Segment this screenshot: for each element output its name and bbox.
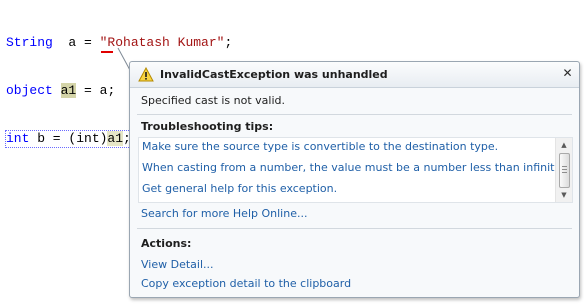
grip-line — [562, 172, 567, 173]
popup-title: InvalidCastException was unhandled — [160, 68, 388, 81]
code-text: = a; — [76, 83, 116, 98]
keyword-object: object — [6, 83, 53, 98]
code-text: ; — [224, 35, 233, 50]
troubleshooting-title: Troubleshooting tips: — [141, 120, 274, 133]
warning-triangle-icon — [138, 67, 154, 82]
error-squiggle — [101, 47, 113, 53]
identifier-a1-error: a1 — [107, 131, 124, 146]
keyword-int: int — [6, 131, 30, 146]
tip-link-3[interactable]: Get general help for this exception. — [142, 182, 337, 195]
search-help-online-link[interactable]: Search for more Help Online... — [141, 207, 307, 220]
tip-link-2[interactable]: When casting from a number, the value mu… — [142, 161, 563, 174]
copy-exception-detail-link[interactable]: Copy exception detail to the clipboard — [141, 277, 351, 290]
scroll-up-arrow-icon[interactable]: ▲ — [556, 138, 572, 152]
troubleshooting-tips-list: Make sure the source type is convertible… — [138, 137, 573, 203]
string-literal: "Rohatash Kumar" — [99, 35, 225, 50]
actions-title: Actions: — [141, 237, 192, 250]
popup-header: InvalidCastException was unhandled ✕ — [130, 62, 579, 88]
exception-message: Specified cast is not valid. — [141, 94, 285, 107]
divider — [137, 228, 572, 229]
scrollbar-thumb[interactable] — [559, 153, 570, 188]
keyword-string: String — [6, 35, 53, 50]
close-icon[interactable]: ✕ — [561, 67, 574, 80]
view-detail-link[interactable]: View Detail... — [141, 258, 214, 271]
grip-line — [562, 166, 567, 167]
identifier-a1-highlight: a1 — [60, 83, 77, 98]
exception-assistant-popup: InvalidCastException was unhandled ✕ Spe… — [129, 61, 580, 298]
grip-line — [562, 169, 567, 170]
tip-link-1[interactable]: Make sure the source type is convertible… — [142, 140, 498, 153]
scroll-down-arrow-icon[interactable]: ▼ — [556, 188, 572, 202]
divider — [137, 114, 572, 115]
code-text: a = — [52, 35, 100, 50]
code-line-1[interactable]: String a = "Rohatash Kumar"; — [6, 35, 232, 51]
tips-scrollbar[interactable]: ▲ ▼ — [555, 138, 572, 202]
code-text: b = (int) — [29, 131, 108, 146]
